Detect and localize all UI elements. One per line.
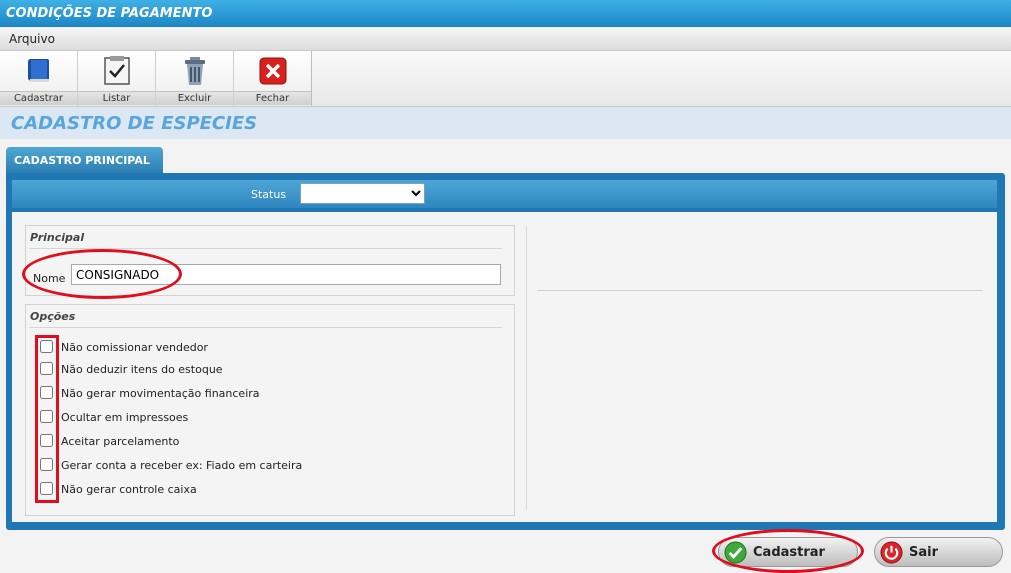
window-title: CONDIÇÕES DE PAGAMENTO (0, 0, 1011, 27)
option-checkbox[interactable] (40, 458, 53, 471)
option-label: Não gerar controle caixa (61, 483, 197, 496)
opcoes-title: Opções (30, 310, 76, 323)
status-bar: Status (12, 180, 997, 208)
tab-cadastro-principal[interactable]: CADASTRO PRINCIPAL (6, 147, 163, 174)
option-label: Não gerar movimentação financeira (61, 387, 260, 400)
option-checkbox[interactable] (40, 410, 53, 423)
option-checkbox[interactable] (40, 386, 53, 399)
cadastrar-toolbar-button[interactable]: Cadastrar (0, 51, 78, 106)
option-label: Ocultar em impressoes (61, 411, 189, 424)
status-label: Status (251, 188, 287, 201)
toolbar-label: Listar (78, 91, 155, 105)
menu-bar: Arquivo (0, 29, 1011, 51)
fechar-toolbar-button[interactable]: Fechar (234, 51, 312, 106)
power-icon (880, 541, 903, 564)
option-checkbox[interactable] (40, 340, 53, 353)
divider (29, 327, 502, 328)
principal-title: Principal (30, 231, 85, 244)
column-divider (526, 226, 527, 510)
bottom-actions: Cadastrar Sair (0, 534, 1011, 572)
close-icon (259, 57, 287, 85)
option-label: Não deduzir itens do estoque (61, 363, 223, 376)
listar-toolbar-button[interactable]: Listar (78, 51, 156, 106)
sair-label: Sair (909, 545, 939, 560)
cadastrar-label: Cadastrar (753, 545, 825, 560)
excluir-toolbar-button[interactable]: Excluir (156, 51, 234, 106)
nome-label: Nome (33, 272, 66, 285)
option-checkbox[interactable] (40, 362, 53, 375)
check-icon (724, 541, 747, 564)
page-title: CADASTRO DE ESPECIES (0, 107, 1011, 139)
sair-button[interactable]: Sair (874, 537, 1003, 567)
toolbar-label: Cadastrar (0, 91, 77, 105)
option-checkbox[interactable] (40, 482, 53, 495)
book-icon (27, 59, 49, 82)
menu-arquivo[interactable]: Arquivo (9, 32, 55, 46)
toolbar: Cadastrar Listar Excluir Fechar (0, 51, 1011, 107)
opcoes-group: Opções Não comissionar vendedor Não dedu… (25, 304, 515, 516)
toolbar-label: Fechar (234, 91, 311, 105)
form-content: Principal Nome Opções Não comissionar ve… (12, 212, 997, 522)
divider (29, 248, 502, 249)
option-label: Não comissionar vendedor (61, 341, 208, 354)
nome-input[interactable] (71, 264, 501, 285)
option-label: Gerar conta a receber ex: Fiado em carte… (61, 459, 303, 472)
status-select[interactable] (300, 183, 425, 204)
principal-group: Principal Nome (25, 225, 515, 296)
toolbar-label: Excluir (156, 91, 233, 105)
cadastrar-button[interactable]: Cadastrar (718, 537, 858, 567)
checklist-icon (104, 56, 130, 85)
right-panel-divider (537, 290, 983, 291)
option-label: Aceitar parcelamento (61, 435, 180, 448)
option-checkbox[interactable] (40, 434, 53, 447)
trash-icon (185, 57, 205, 85)
